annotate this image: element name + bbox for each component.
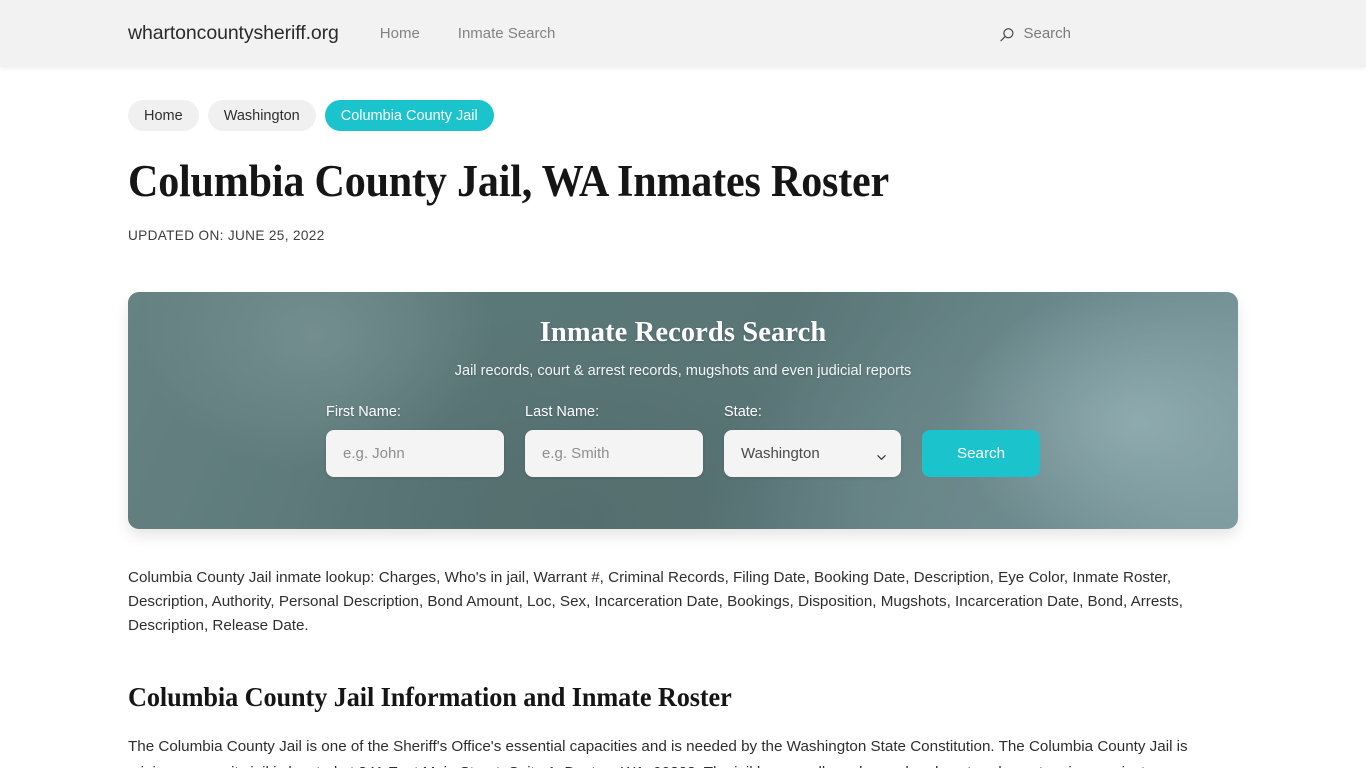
state-label: State: — [724, 404, 762, 421]
last-name-field-group: Last Name: — [525, 404, 703, 478]
section-title: Columbia County Jail Information and Inm… — [128, 681, 732, 713]
navbar-inner: whartoncountysheriff.org Home Inmate Sea… — [0, 0, 1366, 67]
first-name-label: First Name: — [326, 404, 401, 421]
body-paragraph: The Columbia County Jail is one of the S… — [128, 738, 1188, 768]
first-name-field-group: First Name: — [326, 404, 504, 478]
search-icon — [999, 27, 1015, 43]
breadcrumb-item-washington[interactable]: Washington — [207, 100, 316, 131]
hero-subtitle: Jail records, court & arrest records, mu… — [454, 363, 912, 380]
state-select-wrapper: Washington — [724, 430, 901, 478]
state-select[interactable]: Washington — [724, 430, 901, 478]
site-brand[interactable]: whartoncountysheriff.org — [128, 22, 339, 45]
breadcrumb-item-columbia-county-jail[interactable]: Columbia County Jail — [324, 100, 494, 131]
nav-link-home[interactable]: Home — [380, 25, 420, 42]
page-container: Home Washington Columbia County Jail Col… — [0, 67, 1366, 768]
nav-link-inmate-search[interactable]: Inmate Search — [458, 25, 556, 42]
navbar-search-label: Search — [1023, 25, 1071, 42]
breadcrumb: Home Washington Columbia County Jail — [128, 67, 1238, 131]
lead-paragraph: Columbia County Jail inmate lookup: Char… — [128, 569, 1183, 635]
first-name-input[interactable] — [326, 430, 504, 478]
breadcrumb-item-home[interactable]: Home — [128, 100, 199, 131]
primary-nav: Home Inmate Search — [380, 25, 556, 42]
page-title: Columbia County Jail, WA Inmates Roster — [128, 156, 890, 206]
navbar-search[interactable]: Search — [999, 25, 1071, 42]
search-button[interactable]: Search — [922, 430, 1040, 478]
hero-title: Inmate Records Search — [539, 317, 827, 349]
hero-inner: Inmate Records Search Jail records, cour… — [128, 292, 1238, 529]
last-name-input[interactable] — [525, 430, 703, 478]
top-navbar: whartoncountysheriff.org Home Inmate Sea… — [0, 0, 1366, 67]
updated-on-label: UPDATED ON: JUNE 25, 2022 — [128, 228, 325, 244]
hero-search-panel-wrapper: Inmate Records Search Jail records, cour… — [128, 292, 1238, 530]
state-field-group: State: Washington — [724, 404, 901, 478]
hero-search-panel: Inmate Records Search Jail records, cour… — [128, 292, 1238, 530]
inmate-search-form: First Name: Last Name: State: Washington — [326, 404, 1040, 478]
last-name-label: Last Name: — [525, 404, 600, 421]
